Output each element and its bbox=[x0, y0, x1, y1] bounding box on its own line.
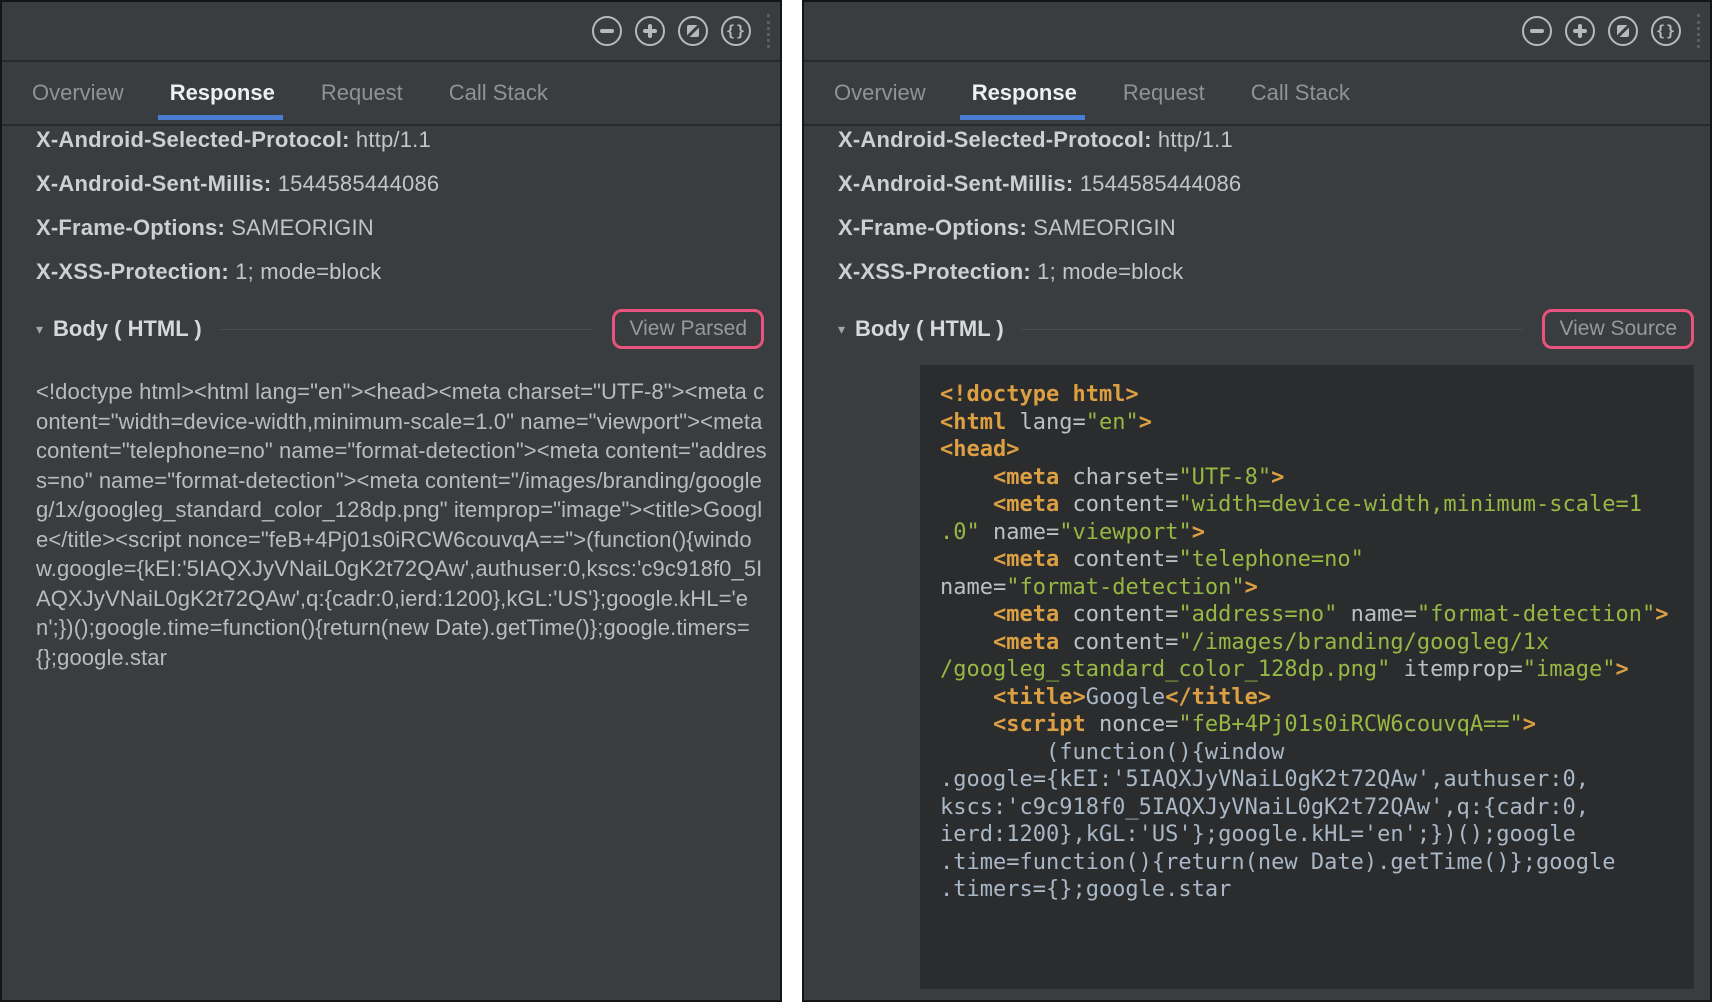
tab-request[interactable]: Request bbox=[321, 62, 403, 124]
tab-overview[interactable]: Overview bbox=[32, 62, 124, 124]
right-toolbar bbox=[804, 2, 1710, 62]
header-value: 1544585444086 bbox=[1073, 171, 1241, 196]
response-header-row: X-XSS-Protection: 1; mode=block bbox=[838, 259, 1694, 285]
code-line: /googleg_standard_color_128dp.png" itemp… bbox=[940, 656, 1694, 684]
code-line: <meta content="address=no" name="format-… bbox=[940, 601, 1694, 629]
zoom-in-icon[interactable] bbox=[635, 16, 665, 46]
section-divider bbox=[1022, 329, 1523, 330]
header-value: 1544585444086 bbox=[271, 171, 439, 196]
zoom-in-icon[interactable] bbox=[1565, 16, 1595, 46]
response-header-row: X-XSS-Protection: 1; mode=block bbox=[36, 259, 764, 285]
right-panel: Overview Response Request Call Stack X-Andr… bbox=[802, 0, 1712, 1002]
header-value: SAMEORIGIN bbox=[225, 215, 374, 240]
header-value: 1; mode=block bbox=[229, 259, 382, 284]
drag-handle-dots bbox=[767, 14, 770, 48]
response-header-row: X-Frame-Options: SAMEORIGIN bbox=[838, 215, 1694, 241]
response-headers: X-Android-Selected-Protocol: http/1.1X-A… bbox=[838, 127, 1694, 285]
response-header-row: X-Android-Selected-Protocol: http/1.1 bbox=[36, 127, 764, 153]
collapse-triangle-icon[interactable]: ▾ bbox=[36, 321, 43, 338]
code-line: .timers={};google.star bbox=[940, 876, 1694, 904]
header-name: X-XSS-Protection: bbox=[838, 259, 1031, 284]
tab-overview[interactable]: Overview bbox=[834, 62, 926, 124]
header-name: X-Android-Selected-Protocol: bbox=[838, 127, 1152, 152]
header-name: X-Frame-Options: bbox=[36, 215, 225, 240]
right-response-content: X-Android-Selected-Protocol: http/1.1X-A… bbox=[804, 126, 1710, 998]
code-line: .0" name="viewport"> bbox=[940, 519, 1694, 547]
response-header-row: X-Android-Sent-Millis: 1544585444086 bbox=[36, 171, 764, 197]
left-response-content: X-Android-Selected-Protocol: http/1.1X-A… bbox=[2, 126, 780, 998]
toolbar-icons bbox=[592, 16, 751, 46]
code-line: .time=function(){return(new Date).getTim… bbox=[940, 849, 1694, 877]
header-value: 1; mode=block bbox=[1031, 259, 1184, 284]
header-value: SAMEORIGIN bbox=[1027, 215, 1176, 240]
tab-response[interactable]: Response bbox=[170, 62, 275, 124]
tab-call-stack[interactable]: Call Stack bbox=[1251, 62, 1350, 124]
code-line: <!doctype html> bbox=[940, 381, 1694, 409]
view-parsed-button[interactable]: View Parsed bbox=[612, 309, 764, 349]
code-line: <title>Google</title> bbox=[940, 684, 1694, 712]
header-value: http/1.1 bbox=[350, 127, 431, 152]
code-line: name="format-detection"> bbox=[940, 574, 1694, 602]
code-line: (function(){window bbox=[940, 739, 1694, 767]
zoom-out-icon[interactable] bbox=[592, 16, 622, 46]
code-line: <html lang="en"> bbox=[940, 409, 1694, 437]
response-header-row: X-Frame-Options: SAMEORIGIN bbox=[36, 215, 764, 241]
header-name: X-Android-Sent-Millis: bbox=[838, 171, 1073, 196]
source-code-viewer: <!doctype html><html lang="en"><head> <m… bbox=[920, 365, 1694, 989]
body-section-row: ▾ Body ( HTML ) View Source bbox=[838, 309, 1694, 349]
view-source-button[interactable]: View Source bbox=[1542, 309, 1694, 349]
code-line: <meta content="telephone=no" bbox=[940, 546, 1694, 574]
tab-call-stack[interactable]: Call Stack bbox=[449, 62, 548, 124]
format-icon[interactable] bbox=[721, 16, 751, 46]
body-section-label: Body ( HTML ) bbox=[53, 316, 202, 342]
header-name: X-Frame-Options: bbox=[838, 215, 1027, 240]
left-tabbar: Overview Response Request Call Stack bbox=[2, 62, 780, 126]
code-line: <meta content="/images/branding/googleg/… bbox=[940, 629, 1694, 657]
response-header-row: X-Android-Sent-Millis: 1544585444086 bbox=[838, 171, 1694, 197]
response-headers: X-Android-Selected-Protocol: http/1.1X-A… bbox=[36, 127, 764, 285]
header-name: X-Android-Selected-Protocol: bbox=[36, 127, 350, 152]
response-header-row: X-Android-Selected-Protocol: http/1.1 bbox=[838, 127, 1694, 153]
header-name: X-XSS-Protection: bbox=[36, 259, 229, 284]
collapse-triangle-icon[interactable]: ▾ bbox=[838, 321, 845, 338]
inspector-comparison: Overview Response Request Call Stack X-Andr… bbox=[0, 0, 1712, 1002]
clear-icon[interactable] bbox=[678, 16, 708, 46]
format-icon[interactable] bbox=[1651, 16, 1681, 46]
section-divider bbox=[220, 329, 593, 330]
drag-handle-dots bbox=[1697, 14, 1700, 48]
clear-icon[interactable] bbox=[1608, 16, 1638, 46]
body-section-label: Body ( HTML ) bbox=[855, 316, 1004, 342]
tab-request[interactable]: Request bbox=[1123, 62, 1205, 124]
parsed-body-text: <!doctype html><html lang="en"><head><me… bbox=[36, 377, 768, 672]
code-line: <meta content="width=device-width,minimu… bbox=[940, 491, 1694, 519]
code-line: <script nonce="feB+4Pj01s0iRCW6couvqA=="… bbox=[940, 711, 1694, 739]
code-line: ierd:1200},kGL:'US'};google.kHL='en';})(… bbox=[940, 821, 1694, 849]
zoom-out-icon[interactable] bbox=[1522, 16, 1552, 46]
code-line: <head> bbox=[940, 436, 1694, 464]
header-value: http/1.1 bbox=[1152, 127, 1233, 152]
code-line: <meta charset="UTF-8"> bbox=[940, 464, 1694, 492]
tab-response[interactable]: Response bbox=[972, 62, 1077, 124]
body-section-row: ▾ Body ( HTML ) View Parsed bbox=[36, 309, 764, 349]
header-name: X-Android-Sent-Millis: bbox=[36, 171, 271, 196]
left-toolbar bbox=[2, 2, 780, 62]
code-line: .google={kEI:'5IAQXJyVNaiL0gK2t72QAw',au… bbox=[940, 766, 1694, 794]
right-tabbar: Overview Response Request Call Stack bbox=[804, 62, 1710, 126]
toolbar-icons bbox=[1522, 16, 1681, 46]
left-panel: Overview Response Request Call Stack X-Andr… bbox=[0, 0, 782, 1002]
code-line: kscs:'c9c918f0_5IAQXJyVNaiL0gK2t72QAw',q… bbox=[940, 794, 1694, 822]
